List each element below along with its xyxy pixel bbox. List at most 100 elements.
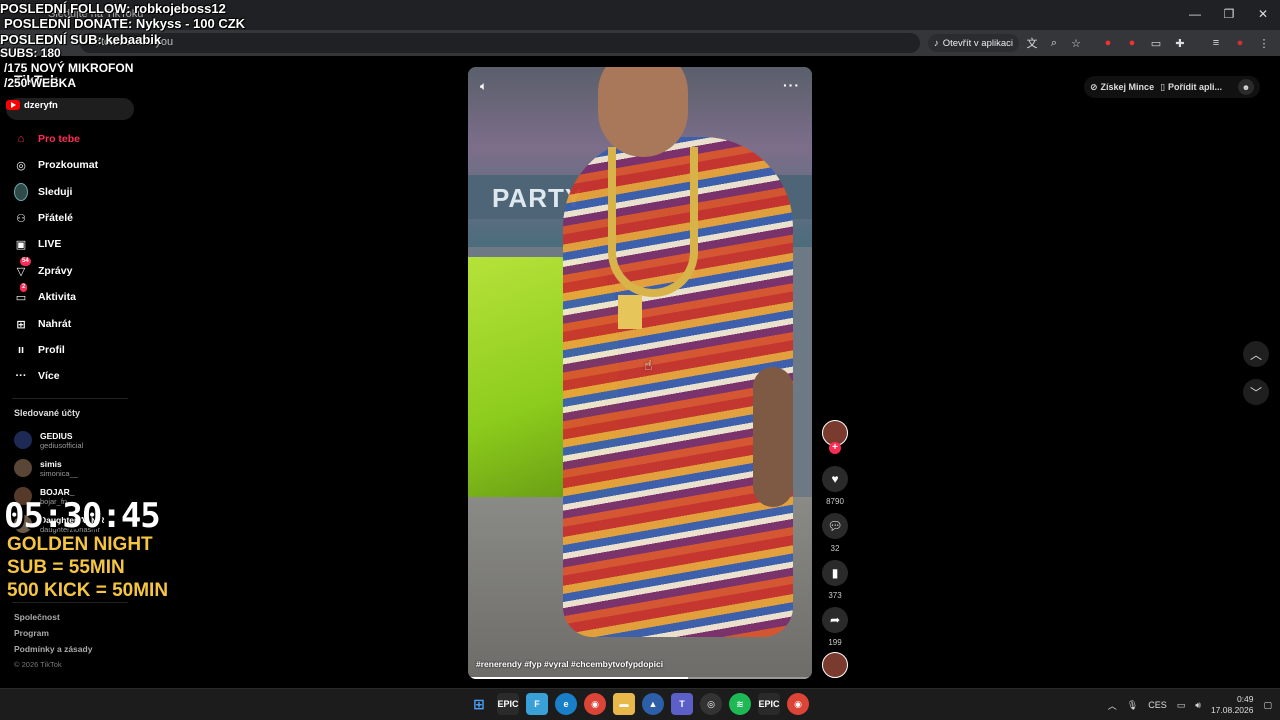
- windows-start-icon[interactable]: ⊞: [468, 693, 490, 715]
- comment-count: 32: [830, 544, 840, 553]
- epic-games-icon[interactable]: EPIC: [758, 693, 780, 715]
- get-app-button[interactable]: ▯ Pořídit apli...: [1160, 82, 1222, 93]
- more-options-icon[interactable]: ···: [783, 77, 800, 93]
- app-icon[interactable]: ▲: [642, 693, 664, 715]
- teams-icon[interactable]: T: [671, 693, 693, 715]
- followed-account[interactable]: GEDIUS gediusofficial: [14, 428, 83, 452]
- clock-date: 17.08.2026: [1210, 705, 1254, 715]
- nav-more[interactable]: ··· Více: [14, 366, 60, 386]
- nav-label: Sleduji: [38, 186, 73, 198]
- nav-activity[interactable]: ▭ 2 Aktivita: [14, 283, 76, 307]
- nav-following[interactable]: Sleduji: [14, 182, 72, 202]
- account-handle: simonica__: [40, 468, 78, 478]
- profile-icon: ıı: [17, 344, 25, 356]
- next-video-button[interactable]: ﹀: [1243, 379, 1269, 405]
- video-player[interactable]: PARTY 🔈︎ ··· ☝︎ #renerendy #fyp #vyral #…: [468, 67, 812, 679]
- chevron-up-icon[interactable]: ︿: [1108, 699, 1117, 712]
- star-icon[interactable]: ☆: [1068, 35, 1084, 51]
- extension-icon[interactable]: ●: [1100, 35, 1116, 51]
- notes-icon[interactable]: F: [526, 693, 548, 715]
- footer-link[interactable]: Společnost: [14, 612, 60, 622]
- following-avatar: [14, 183, 28, 201]
- nav-label: Pro tebe: [38, 133, 81, 145]
- footer-link[interactable]: Podmínky a zásady: [14, 644, 92, 654]
- nav-profile[interactable]: ıı Profil: [14, 340, 65, 360]
- network-icon[interactable]: ▭: [1177, 700, 1186, 711]
- profile-avatar-icon[interactable]: ●: [1232, 35, 1248, 51]
- extension-icon[interactable]: ▭: [1148, 35, 1164, 51]
- chrome-icon[interactable]: ◉: [787, 693, 809, 715]
- get-coins-label: Získej Mince: [1100, 82, 1155, 92]
- previous-video-button[interactable]: ︿: [1243, 341, 1269, 367]
- user-avatar-icon[interactable]: ☻: [1238, 79, 1254, 95]
- folder-icon[interactable]: ▬: [613, 693, 635, 715]
- nav-explore[interactable]: ◎ Prozkoumat: [14, 155, 98, 175]
- nav-messages[interactable]: ▽ 54 Zprávy: [14, 257, 72, 281]
- video-progress-fill: [468, 677, 689, 679]
- edge-icon[interactable]: e: [555, 693, 577, 715]
- translate-icon[interactable]: 文: [1024, 35, 1040, 51]
- bookmark-icon: ▮: [831, 566, 839, 580]
- media-icon[interactable]: ≡: [1208, 35, 1224, 51]
- epic-games-icon[interactable]: EPIC: [497, 693, 519, 715]
- followed-account[interactable]: simis simonica__: [14, 456, 78, 480]
- chrome-icon[interactable]: ◉: [584, 693, 606, 715]
- sound-disc-avatar[interactable]: [822, 652, 848, 678]
- video-progress[interactable]: [468, 677, 812, 679]
- like-count: 8790: [826, 497, 844, 506]
- nav-label: LIVE: [38, 238, 62, 250]
- footer-link[interactable]: Program: [14, 628, 49, 638]
- save-count: 373: [828, 591, 842, 600]
- save-button[interactable]: ▮: [822, 560, 848, 586]
- account-handle: gediusofficial: [40, 440, 84, 450]
- clock[interactable]: 0:49 17.08.2026: [1211, 694, 1254, 716]
- microphone-icon[interactable]: 🎙︎: [1127, 700, 1138, 711]
- activity-icon: ▭ 2: [15, 283, 28, 304]
- close-button[interactable]: ✕: [1246, 0, 1280, 28]
- nav-live[interactable]: ▣ LIVE: [14, 234, 62, 254]
- video-caption[interactable]: #renerendy #fyp #vyral #chcembytvofypdop…: [476, 659, 663, 669]
- video-person-head: [598, 67, 688, 157]
- volume-icon[interactable]: 🔊︎: [1195, 700, 1201, 711]
- nav-label: Aktivita: [38, 291, 76, 303]
- video-pendant: [618, 295, 642, 329]
- nav-for-you[interactable]: ⌂ Pro tebe: [14, 129, 80, 149]
- nav-label: Nahrát: [38, 318, 72, 330]
- kebab-menu-icon[interactable]: ⋮: [1256, 35, 1272, 51]
- youtube-icon: [6, 100, 20, 110]
- zoom-icon[interactable]: ⌕: [1046, 35, 1062, 51]
- spotify-icon[interactable]: ≋: [729, 693, 751, 715]
- like-button[interactable]: ♥: [822, 466, 848, 492]
- nav-upload[interactable]: ⊞ Nahrát: [14, 314, 71, 334]
- get-coins-button[interactable]: ⊘ Získej Mince: [1090, 82, 1154, 93]
- youtube-name: dzeryfn: [24, 99, 58, 111]
- follow-plus-icon[interactable]: +: [829, 442, 841, 454]
- share-button[interactable]: ➦: [822, 607, 848, 633]
- upload-icon: ⊞: [16, 318, 26, 331]
- followed-accounts-title: Sledované účty: [14, 408, 81, 418]
- maximize-button[interactable]: ❐: [1212, 0, 1246, 28]
- phone-icon: ▯: [1160, 81, 1166, 92]
- language-indicator[interactable]: CES: [1148, 700, 1167, 710]
- puzzle-icon[interactable]: ✚: [1172, 35, 1188, 51]
- extension-icon[interactable]: ●: [1124, 35, 1140, 51]
- golden-night-label: GOLDEN NIGHT: [7, 534, 153, 555]
- copyright: © 2026 TikTok: [14, 660, 62, 669]
- volume-icon[interactable]: 🔈︎: [480, 79, 494, 93]
- obs-icon[interactable]: ◎: [700, 693, 722, 715]
- nav-friends[interactable]: ⚇ Přátelé: [14, 208, 73, 228]
- taskbar-apps: ⊞ EPIC F e ◉ ▬ ▲ T ◎ ≋ EPIC ◉: [468, 693, 809, 715]
- get-app-label: Pořídit apli...: [1168, 82, 1223, 92]
- nav-label: Více: [38, 370, 60, 382]
- notifications-icon[interactable]: ▢: [1263, 700, 1272, 711]
- heart-icon: ♥: [831, 472, 839, 486]
- minimize-button[interactable]: —: [1178, 0, 1212, 28]
- top-right-actions: ⊘ Získej Mince ▯ Pořídit apli... ☻: [1084, 76, 1260, 98]
- nav-label: Přátelé: [38, 212, 74, 224]
- account-name: BOJAR_: [40, 486, 75, 497]
- address-bar[interactable]: tiktok.com/foryou: [80, 33, 920, 53]
- home-icon: ⌂: [17, 133, 25, 145]
- comment-button[interactable]: 💬︎: [822, 513, 848, 539]
- open-in-app-button[interactable]: ♪ Otevřít v aplikaci: [928, 34, 1019, 52]
- kick-rule-label: 500 KICK = 50MIN: [7, 580, 169, 601]
